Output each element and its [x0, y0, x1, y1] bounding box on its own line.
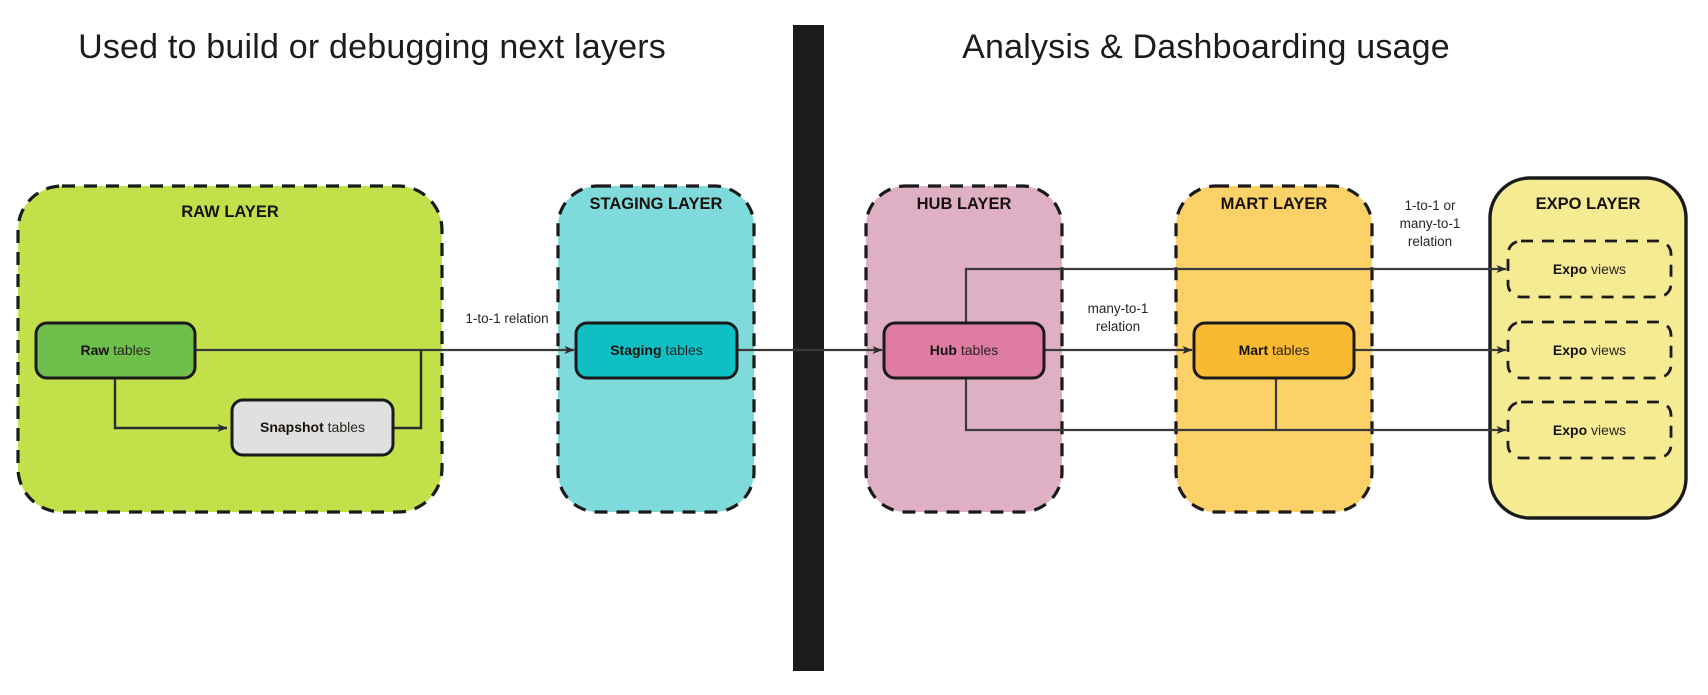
edge-label-hub-to-mart: many-to-1 relation [1087, 301, 1149, 334]
layer-title-raw: RAW LAYER [181, 203, 279, 221]
diagram-shapes [16, 176, 1688, 520]
layer-title-staging: STAGING LAYER [589, 195, 723, 213]
layer-box-expo [1488, 176, 1688, 520]
edge-label-raw-to-staging: 1-to-1 relation [465, 311, 549, 326]
layer-title-expo: EXPO LAYER [1535, 195, 1641, 213]
node-box-mart-tables[interactable] [1192, 321, 1356, 380]
layer-title-hub: HUB LAYER [916, 195, 1012, 213]
node-box-staging-tables[interactable] [574, 321, 739, 380]
node-box-hub-tables[interactable] [882, 321, 1046, 380]
diagram-canvas: Used to build or debugging next layers A… [0, 0, 1708, 695]
layer-title-mart: MART LAYER [1220, 195, 1328, 213]
node-box-snapshot-tables[interactable] [230, 398, 395, 457]
node-box-raw-tables[interactable] [34, 321, 197, 380]
edge-label-mart-to-expo: 1-to-1 or many-to-1 relation [1399, 198, 1461, 249]
